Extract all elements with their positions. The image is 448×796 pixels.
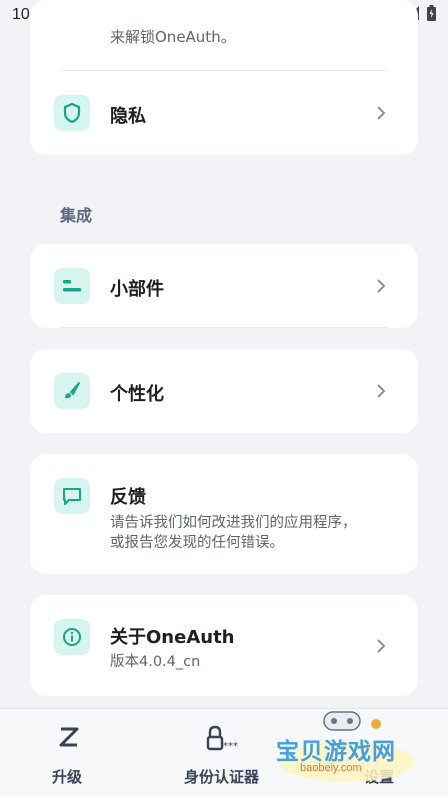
feedback-desc-line2: 或报告您发现的任何错误。: [110, 535, 284, 551]
feedback-card[interactable]: 反馈 请告诉我们如何改进我们的应用程序， 或报告您发现的任何错误。: [30, 454, 418, 574]
nav-authenticator-label: 身份认证器: [184, 768, 260, 786]
watermark-url: baobeiy.com: [300, 762, 362, 774]
privacy-card: 来解锁OneAuth。 隐私: [30, 0, 418, 155]
unlock-description: 来解锁OneAuth。: [110, 28, 236, 46]
personalize-label: 个性化: [110, 384, 164, 405]
about-label: 关于OneAuth: [110, 627, 235, 648]
chevron-right-icon: [377, 639, 386, 653]
chevron-right-icon: [377, 384, 386, 398]
feedback-desc-line1: 请告诉我们如何改进我们的应用程序，: [110, 515, 357, 531]
chevron-right-icon: [377, 106, 386, 120]
divider: [60, 327, 388, 328]
battery-icon: [427, 5, 436, 25]
nav-authenticator[interactable]: *** 身份认证器: [180, 709, 270, 796]
chevron-right-icon: [377, 279, 386, 293]
privacy-label: 隐私: [110, 106, 146, 127]
about-card[interactable]: 关于OneAuth 版本4.0.4_cn: [30, 595, 418, 696]
lock-password-icon: ***: [206, 725, 238, 752]
chat-bubble-icon: [54, 478, 90, 514]
upgrade-z-icon: [59, 727, 79, 747]
nav-upgrade[interactable]: 升级: [34, 709, 104, 796]
privacy-row[interactable]: 隐私: [30, 71, 418, 155]
shield-icon: [54, 95, 90, 131]
personalize-card[interactable]: 个性化: [30, 349, 418, 433]
watermark-logo: 宝贝游戏网 baobeiy.com: [272, 708, 422, 788]
svg-text:***: ***: [223, 741, 238, 752]
widgets-label: 小部件: [110, 279, 164, 300]
brush-icon: [54, 373, 90, 409]
section-integration-label: 集成: [60, 206, 93, 225]
version-text: 版本4.0.4_cn: [110, 654, 201, 670]
widget-icon: [54, 268, 90, 304]
nav-upgrade-label: 升级: [52, 768, 83, 786]
feedback-label: 反馈: [110, 487, 146, 508]
watermark-text: 宝贝游戏网: [276, 739, 396, 765]
widgets-card[interactable]: 小部件: [30, 244, 418, 328]
info-icon: [54, 619, 90, 655]
